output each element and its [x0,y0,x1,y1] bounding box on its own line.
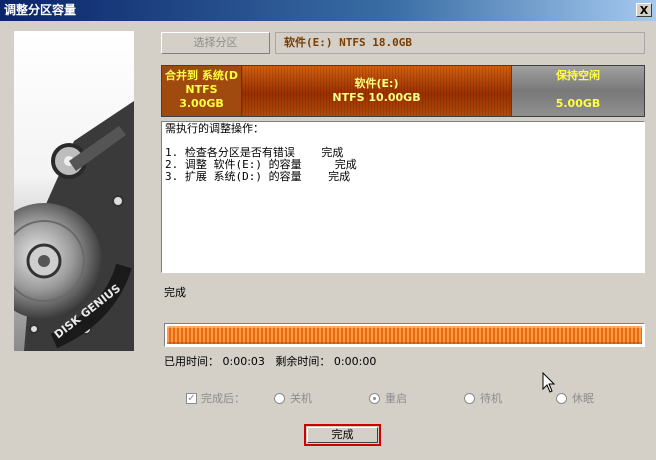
radio-icon [274,392,285,404]
radio-standby[interactable]: 待机 [464,390,502,406]
checkmark-icon: ✓ [186,392,197,404]
timing-info: 已用时间： 0:00:03 剩余时间： 0:00:00 [164,353,376,369]
radio-hibernate[interactable]: 休眠 [556,390,594,406]
elapsed-value: 0:00:03 [222,355,265,368]
after-complete-checkbox[interactable]: ✓ 完成后： [186,390,245,406]
hard-disk-illustration: DISK GENIUS [14,31,134,351]
close-button[interactable]: X [636,3,652,17]
progress-bar [164,323,645,347]
status-text: 完成 [164,286,186,299]
list-item: 3. 扩展 系统(D:) 的容量 完成 [165,170,351,183]
disk-genius-logo-panel: DISK GENIUS [14,31,134,351]
elapsed-label: 已用时间： [164,355,219,368]
partition-segment-system-merge[interactable]: 合并到 系统(D NTFS 3.00GB [162,66,242,116]
partition-segment-software[interactable]: 软件(E:) NTFS 10.00GB [242,66,512,116]
radio-restart[interactable]: 重启 [369,390,407,406]
remaining-value: 0:00:00 [333,355,377,368]
finish-button[interactable]: 完成 [304,424,381,446]
window-title: 调整分区容量 [4,3,77,17]
radio-icon [556,392,567,404]
partition-bar: 合并到 系统(D NTFS 3.00GB 软件(E:) NTFS 10.00GB… [161,65,645,117]
progress-fill [167,326,642,344]
partition-segment-free[interactable]: 保持空闲 5.00GB [512,66,644,116]
radio-selected-icon [369,392,380,404]
mouse-cursor-icon [542,371,556,397]
close-icon: X [639,4,649,17]
remaining-label: 剩余时间： [275,355,331,368]
partition-info-field: 软件(E:) NTFS 18.0GB [275,32,645,54]
title-bar: 调整分区容量 X [0,0,656,21]
radio-icon [464,392,475,404]
operations-list: 需执行的调整操作： 1. 检查各分区是否有错误 完成 2. 调整 软件(E:) 的… [161,121,645,273]
radio-shutdown[interactable]: 关机 [274,390,312,406]
select-partition-button[interactable]: 选择分区 [161,32,270,54]
operations-heading: 需执行的调整操作： [165,122,264,135]
